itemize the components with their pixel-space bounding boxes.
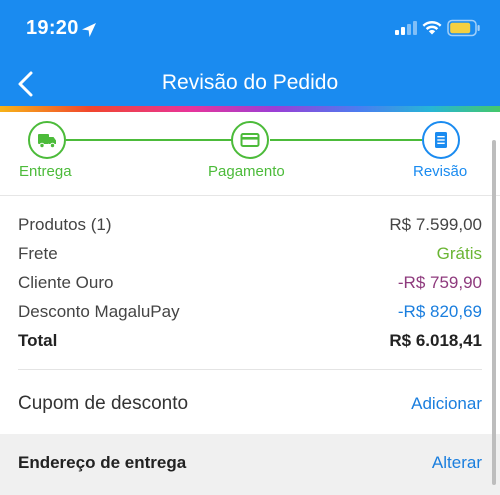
summary-label: Produtos (1) xyxy=(18,215,112,234)
progress-line xyxy=(66,139,232,141)
step-label-pagamento: Pagamento xyxy=(208,163,285,180)
step-pagamento xyxy=(231,121,269,159)
scrollbar[interactable] xyxy=(492,140,496,485)
checkout-progress: Entrega Pagamento Revisão xyxy=(0,112,500,196)
divider xyxy=(18,369,482,370)
summary-label: Desconto MagaluPay xyxy=(18,302,180,321)
summary-label: Cliente Ouro xyxy=(18,273,114,292)
step-label-revisao: Revisão xyxy=(413,163,468,180)
step-revisao xyxy=(422,121,460,159)
signal-icon xyxy=(395,21,417,35)
status-time: 19:20 xyxy=(26,17,79,39)
navigation-bar: Revisão do Pedido xyxy=(0,58,500,108)
coupon-label: Cupom de desconto xyxy=(18,393,189,414)
address-label: Endereço de entrega xyxy=(18,453,187,472)
summary-value: Grátis xyxy=(436,244,482,263)
summary-value: R$ 6.018,41 xyxy=(389,331,482,350)
truck-icon xyxy=(38,134,56,149)
coupon-row[interactable]: Cupom de desconto Adicionar xyxy=(0,372,500,434)
summary-value: -R$ 759,90 xyxy=(397,273,482,292)
step-entrega xyxy=(28,121,66,159)
location-arrow-icon xyxy=(82,23,96,37)
app-header: 19:20 Revisão do Pedido xyxy=(0,0,500,112)
summary-value: R$ 7.599,00 xyxy=(389,215,482,234)
summary-row-cliente-ouro: Cliente Ouro -R$ 759,90 xyxy=(18,273,482,302)
summary-row-total: Total R$ 6.018,41 xyxy=(18,331,482,360)
summary-row-produtos: Produtos (1) R$ 7.599,00 xyxy=(18,215,482,244)
summary-row-desconto-magalupay: Desconto MagaluPay -R$ 820,69 xyxy=(18,302,482,331)
step-label-entrega: Entrega xyxy=(19,163,72,180)
summary-row-frete: Frete Grátis xyxy=(18,244,482,273)
summary-value: -R$ 820,69 xyxy=(397,302,482,321)
card-icon xyxy=(240,133,260,147)
delivery-address-row[interactable]: Endereço de entrega Alterar xyxy=(0,434,500,495)
status-bar: 19:20 xyxy=(0,0,500,58)
document-icon xyxy=(435,132,447,148)
summary-label: Frete xyxy=(18,244,58,263)
battery-icon xyxy=(447,19,480,37)
add-coupon-button[interactable]: Adicionar xyxy=(411,394,482,414)
summary-label: Total xyxy=(18,331,58,350)
page-title: Revisão do Pedido xyxy=(161,71,339,94)
wifi-icon xyxy=(422,20,442,35)
progress-line xyxy=(270,139,422,141)
change-address-button[interactable]: Alterar xyxy=(432,453,482,473)
